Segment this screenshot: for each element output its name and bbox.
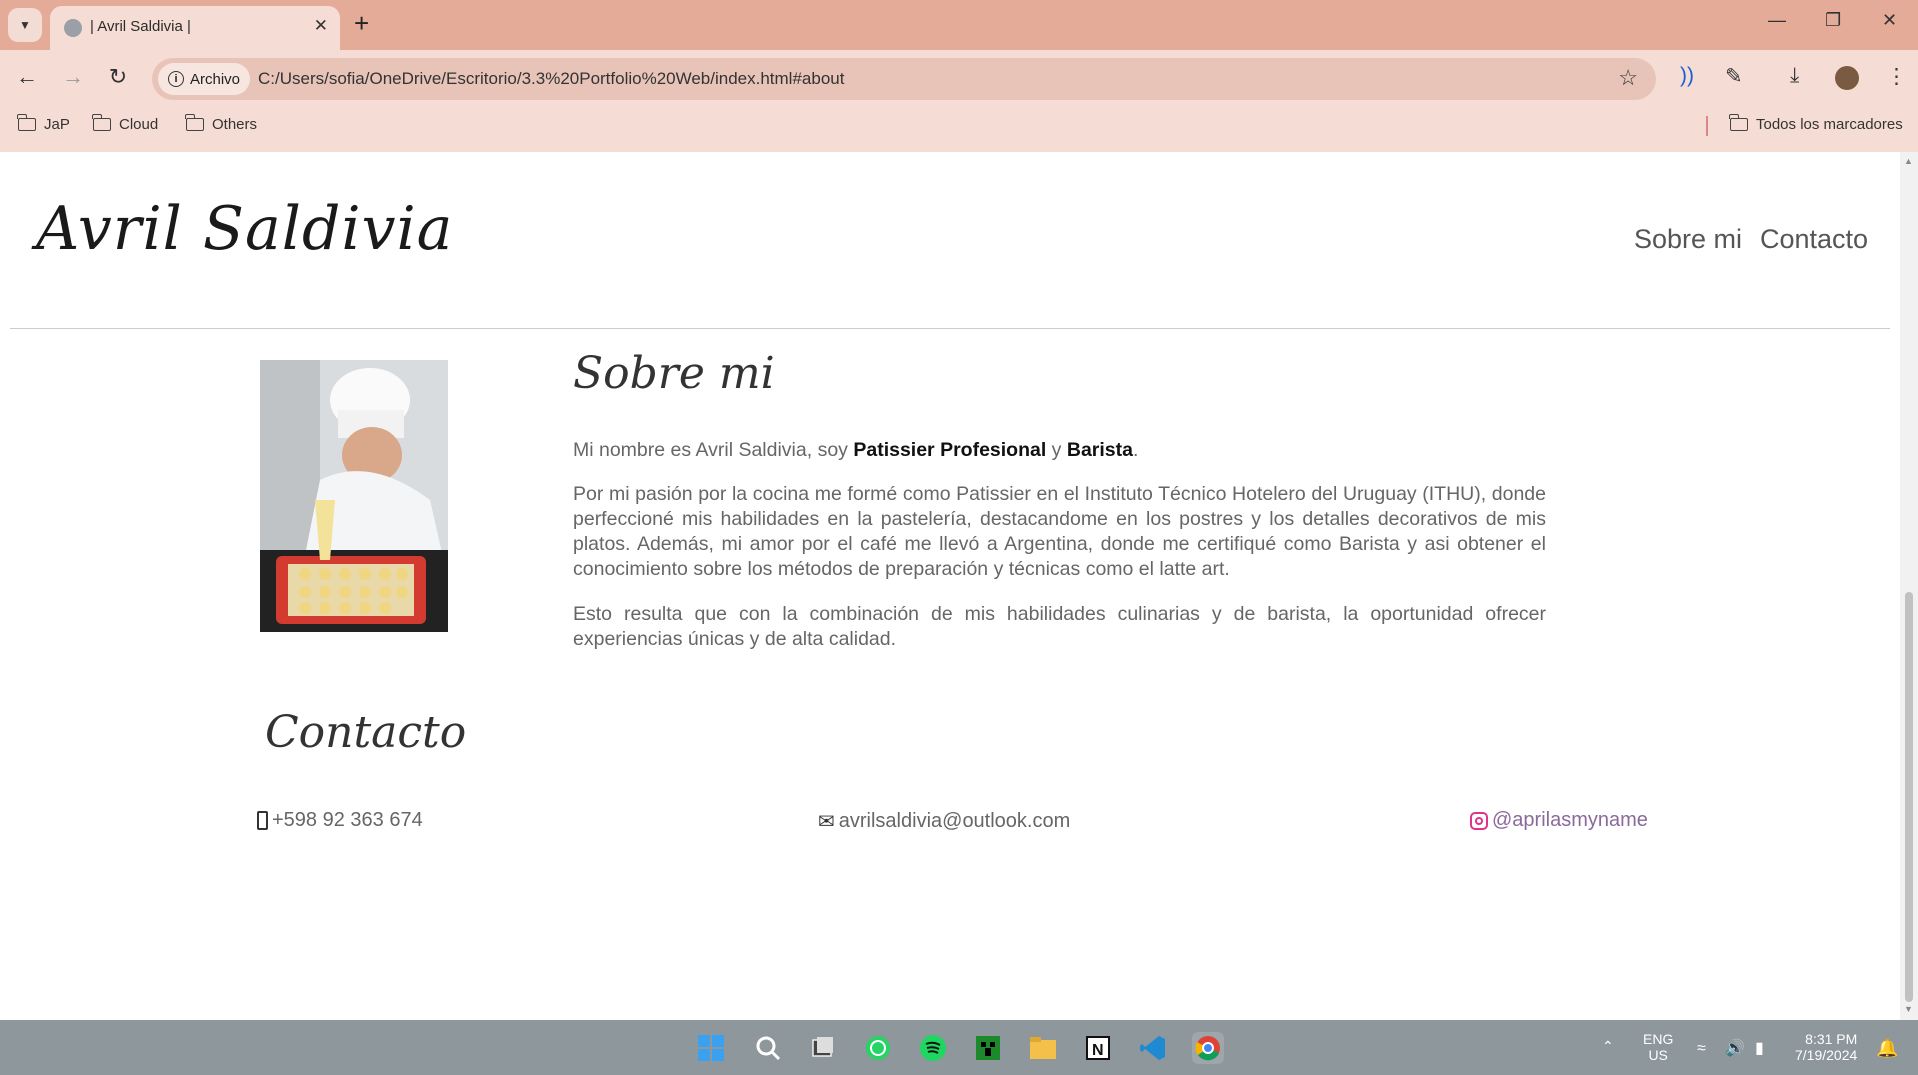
about-paragraph-2: Por mi pasión por la cocina me formé com… — [573, 483, 1546, 580]
contact-email[interactable]: ✉ avrilsaldivia@outlook.com — [818, 809, 1070, 834]
globe-icon — [64, 19, 82, 37]
intro-patissier: Patissier Profesional — [853, 439, 1047, 461]
task-view-icon[interactable] — [807, 1032, 839, 1064]
nav-sobre-mi[interactable]: Sobre mi — [1634, 224, 1742, 255]
all-bookmarks-label: Todos los marcadores — [1756, 116, 1903, 133]
lang-top: ENG — [1643, 1031, 1674, 1047]
contact-phone: +598 92 363 674 — [257, 809, 423, 832]
reload-icon[interactable]: ↻ — [103, 64, 133, 90]
notifications-icon[interactable]: 🔔 — [1876, 1038, 1898, 1059]
profile-photo — [260, 360, 448, 632]
minecraft-icon[interactable] — [972, 1032, 1004, 1064]
all-bookmarks[interactable]: Todos los marcadores — [1729, 114, 1903, 133]
about-title: Sobre mi — [573, 348, 775, 399]
active-tab[interactable]: | Avril Saldivia | ✕ — [50, 6, 340, 50]
header-divider — [10, 328, 1890, 329]
site-info-chip[interactable]: i Archivo — [158, 63, 251, 95]
new-tab-button[interactable]: + — [354, 9, 369, 37]
address-bar[interactable]: i Archivo C:/Users/sofia/OneDrive/Escrit… — [152, 58, 1656, 100]
bookmark-label: Cloud — [119, 116, 159, 133]
intro-prefix: Mi nombre es Avril Saldivia, soy — [573, 439, 854, 461]
wifi-icon[interactable]: ≈ — [1697, 1040, 1706, 1058]
windows-taskbar — [0, 1020, 1918, 1075]
close-window-icon[interactable]: ✕ — [1882, 10, 1897, 31]
extensions-icon[interactable]: ✎ — [1725, 64, 1743, 89]
spotify-icon[interactable] — [917, 1032, 949, 1064]
email-address[interactable]: avrilsaldivia@outlook.com — [839, 810, 1071, 833]
volume-icon[interactable]: 🔊 — [1725, 1038, 1745, 1058]
read-aloud-icon[interactable]: )) — [1680, 64, 1694, 88]
bookmark-label: Others — [212, 116, 258, 133]
bookmark-cloud[interactable]: Cloud — [92, 114, 159, 133]
bookmark-divider — [1706, 116, 1708, 136]
forward-icon[interactable]: → — [58, 64, 88, 90]
whatsapp-icon[interactable] — [862, 1032, 894, 1064]
phone-icon — [257, 811, 268, 830]
vscode-icon[interactable] — [1137, 1032, 1169, 1064]
tray-chevron-icon[interactable]: ⌃ — [1602, 1038, 1614, 1055]
clock-time: 8:31 PM — [1805, 1031, 1858, 1047]
back-icon[interactable]: ← — [12, 64, 42, 90]
instagram-icon — [1470, 811, 1488, 830]
file-explorer-icon[interactable] — [1027, 1032, 1059, 1064]
close-tab-icon[interactable]: ✕ — [314, 16, 328, 36]
svg-text:N: N — [1092, 1042, 1104, 1059]
notion-icon[interactable]: N — [1082, 1032, 1114, 1064]
about-paragraph-3: Esto resulta que con la combinación de m… — [573, 603, 1546, 650]
bookmark-star-icon[interactable]: ☆ — [1618, 65, 1638, 91]
nav-contacto[interactable]: Contacto — [1760, 224, 1868, 255]
site-logo[interactable]: Avril Saldivia — [36, 194, 453, 264]
profile-avatar[interactable] — [1835, 66, 1859, 90]
clock-date: 7/19/2024 — [1795, 1047, 1858, 1063]
scroll-thumb[interactable] — [1905, 592, 1913, 1002]
clock[interactable]: 8:31 PM 7/19/2024 — [1795, 1031, 1857, 1063]
page-scrollbar[interactable]: ▲ ▼ — [1900, 152, 1918, 1020]
folder-icon — [185, 114, 204, 131]
tab-title: | Avril Saldivia | — [90, 18, 191, 35]
windows-start-icon[interactable] — [695, 1032, 727, 1064]
url-text[interactable]: C:/Users/sofia/OneDrive/Escritorio/3.3%2… — [258, 69, 844, 89]
info-icon: i — [168, 71, 184, 87]
contact-title: Contacto — [265, 707, 467, 758]
envelope-icon: ✉ — [818, 811, 835, 833]
about-intro: Mi nombre es Avril Saldivia, soy Patissi… — [573, 438, 1546, 463]
minimize-icon[interactable]: — — [1768, 10, 1786, 31]
intro-suffix: . — [1132, 439, 1139, 461]
intro-and: y — [1046, 439, 1067, 461]
bookmark-label: JaP — [44, 116, 70, 133]
phone-number: +598 92 363 674 — [272, 809, 423, 831]
restore-icon[interactable]: ❐ — [1825, 10, 1841, 31]
menu-kebab-icon[interactable]: ⋮ — [1886, 64, 1907, 89]
folder-icon — [17, 114, 36, 131]
site-chip-label: Archivo — [190, 70, 241, 88]
intro-barista: Barista — [1066, 439, 1133, 461]
scroll-up-icon[interactable]: ▲ — [1904, 156, 1913, 166]
chef-photo-illustration — [260, 360, 448, 632]
contact-instagram[interactable]: @aprilasmyname — [1470, 809, 1648, 832]
bookmark-jap[interactable]: JaP — [17, 114, 70, 133]
page-content: Avril Saldivia Sobre mi Contacto Sobre m… — [0, 152, 1900, 1020]
instagram-handle[interactable]: @aprilasmyname — [1492, 809, 1648, 832]
lang-bottom: US — [1648, 1047, 1668, 1063]
tab-search-button[interactable]: ▼ — [8, 8, 42, 42]
chrome-icon[interactable] — [1192, 1032, 1224, 1064]
download-icon[interactable]: ⤓ — [1790, 64, 1799, 88]
search-icon[interactable] — [752, 1032, 784, 1064]
bookmark-others[interactable]: Others — [185, 114, 258, 133]
battery-icon[interactable]: ▮ — [1755, 1038, 1764, 1058]
scroll-down-icon[interactable]: ▼ — [1904, 1004, 1913, 1014]
folder-icon — [1729, 114, 1748, 131]
chevron-down-icon: ▼ — [19, 18, 31, 32]
folder-icon — [92, 114, 111, 131]
language-indicator[interactable]: ENG US — [1643, 1031, 1673, 1063]
